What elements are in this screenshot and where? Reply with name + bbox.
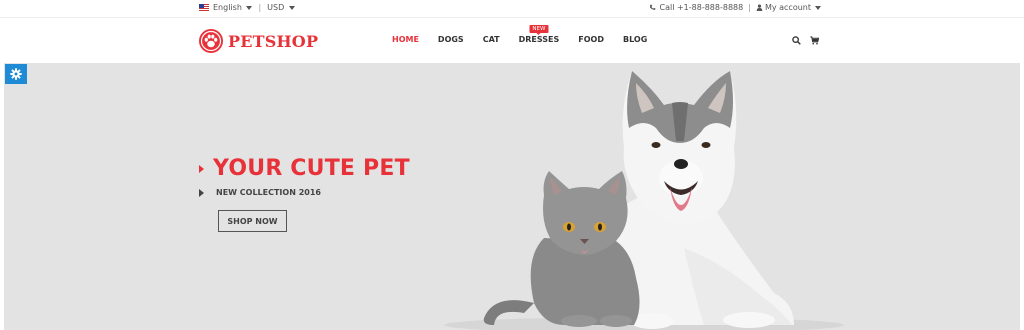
phone-icon	[650, 4, 656, 10]
nav-dogs[interactable]: DOGS	[438, 35, 464, 44]
nav-blog[interactable]: BLOG	[623, 35, 647, 44]
account-label: My account	[764, 3, 811, 12]
nav-food[interactable]: FOOD	[578, 35, 604, 44]
main-header: PETSHOP HOME DOGS CAT NEW DRESSES FOOD B…	[0, 19, 1024, 63]
hero-title: YOUR CUTE PET	[199, 156, 410, 181]
chevron-down-icon	[246, 6, 253, 10]
currency-label: USD	[267, 3, 285, 12]
us-flag-icon	[199, 4, 209, 11]
hero-title-text: YOUR CUTE PET	[213, 156, 410, 181]
logo-text: PETSHOP	[228, 31, 319, 51]
new-badge: NEW	[529, 25, 549, 35]
phone-number: Call +1-88-888-8888	[659, 3, 744, 12]
pets-illustration	[444, 71, 844, 330]
shop-now-button[interactable]: SHOP NOW	[218, 210, 287, 232]
nav-cat[interactable]: CAT	[483, 35, 500, 44]
currency-selector[interactable]: USD	[267, 3, 295, 12]
paw-icon	[199, 29, 223, 53]
main-nav: HOME DOGS CAT NEW DRESSES FOOD BLOG	[392, 25, 666, 44]
search-icon[interactable]	[792, 36, 801, 45]
user-icon	[756, 4, 763, 11]
language-selector[interactable]: English	[213, 3, 253, 12]
nav-home[interactable]: HOME	[392, 35, 419, 44]
hero-subtitle-text: NEW COLLECTION 2016	[216, 188, 321, 197]
top-bar: English | USD Call +1-88-888-8888 | My a…	[0, 0, 1024, 18]
logo[interactable]: PETSHOP	[199, 29, 318, 53]
hero-subtitle: NEW COLLECTION 2016	[199, 188, 321, 197]
locale-selectors: English | USD	[199, 3, 295, 12]
gear-icon	[10, 68, 22, 80]
nav-dresses-label: DRESSES	[518, 35, 560, 44]
contact-account: Call +1-88-888-8888 | My account	[649, 3, 821, 12]
divider: |	[748, 3, 751, 12]
chevron-down-icon	[288, 6, 295, 10]
my-account-menu[interactable]: My account	[756, 3, 821, 12]
divider: |	[258, 3, 262, 12]
language-label: English	[213, 3, 242, 12]
chevron-down-icon	[815, 5, 821, 10]
hero-banner	[4, 63, 1020, 330]
header-actions	[792, 36, 819, 45]
settings-button[interactable]	[5, 64, 27, 84]
triangle-right-icon	[199, 188, 204, 197]
triangle-right-icon	[199, 164, 204, 173]
nav-dresses[interactable]: NEW DRESSES	[518, 25, 560, 44]
cart-icon[interactable]	[810, 36, 819, 45]
